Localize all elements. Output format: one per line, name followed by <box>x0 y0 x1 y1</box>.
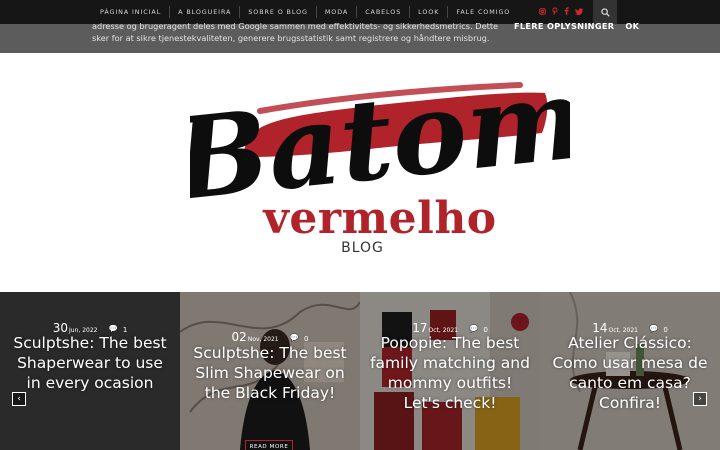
search-icon <box>600 7 610 17</box>
logo-blog-label: BLOG <box>341 240 384 256</box>
menu-item-cabelos[interactable]: CABELOS <box>357 8 409 16</box>
post-month-year: Nov, 2021 <box>247 336 279 343</box>
read-more-button[interactable]: READ MORE <box>245 440 293 450</box>
post-title[interactable]: Sculptshe: The best Shaperwear to use in… <box>8 333 172 393</box>
menu-item-fale-comigo[interactable]: FALE COMIGO <box>448 8 518 16</box>
comment-count: 💬 0 <box>289 333 309 343</box>
comments-icon: 💬 <box>289 333 299 342</box>
instagram-icon[interactable] <box>539 7 546 17</box>
cookie-consent-bar: adresse og brugeragent deles med Google … <box>0 21 720 53</box>
comments-icon: 💬 <box>648 324 659 333</box>
menu-item-sobre-o-blog[interactable]: SOBRE O BLOG <box>240 8 316 16</box>
featured-post-slide[interactable]: 30Jun, 2022 💬 1 Sculptshe: The best Shaper… <box>0 292 180 450</box>
featured-post-slide[interactable]: 02Nov, 2021 💬 0 Sculptshe: The best Slim S… <box>180 292 360 450</box>
pinterest-icon[interactable] <box>552 7 558 17</box>
featured-post-slide[interactable]: 14Oct, 2021 💬 0 Atelier Clássico: Como usa… <box>540 292 720 450</box>
comments-icon: 💬 <box>468 324 479 333</box>
logo-script-text: Batom <box>190 53 570 213</box>
post-title[interactable]: Atelier Clássico: Como usar mesa de cant… <box>548 333 712 413</box>
featured-post-slide[interactable]: 17Oct, 2021 💬 0 Popopie: The best family m… <box>360 292 540 450</box>
slider-prev-button[interactable]: ‹ <box>12 392 26 406</box>
menu-item-look[interactable]: LOOK <box>410 8 447 16</box>
more-info-link[interactable]: FLERE OPLYSNINGER <box>514 21 614 31</box>
cookie-notice-text: adresse og brugeragent deles med Google … <box>92 21 499 43</box>
twitter-icon[interactable] <box>575 7 583 17</box>
cookie-actions: FLERE OPLYSNINGER OK <box>514 21 639 31</box>
menu-item-moda[interactable]: MODA <box>317 8 356 16</box>
chevron-left-icon: ‹ <box>17 394 21 404</box>
featured-posts-slider: 30Jun, 2022 💬 1 Sculptshe: The best Shaper… <box>0 292 720 450</box>
site-header: Batom vermelho BLOG <box>0 53 720 292</box>
logo-name: vermelho <box>263 193 497 244</box>
slider-next-button[interactable]: › <box>693 392 707 406</box>
comments-icon: 💬 <box>108 324 118 333</box>
post-title[interactable]: Sculptshe: The best Slim Shapewear on th… <box>188 343 352 403</box>
site-logo[interactable]: Batom vermelho BLOG <box>190 53 570 268</box>
menu-item-pagina-inicial[interactable]: PÁGINA INICIAL <box>92 8 169 16</box>
post-title[interactable]: Popopie: The best family matching and mo… <box>368 333 532 413</box>
menu-item-a-blogueira[interactable]: A BLOGUEIRA <box>170 8 239 16</box>
post-day: 02 <box>231 330 247 344</box>
chevron-right-icon: › <box>698 394 702 404</box>
cookie-ok-button[interactable]: OK <box>625 21 639 31</box>
facebook-icon[interactable] <box>564 7 569 17</box>
